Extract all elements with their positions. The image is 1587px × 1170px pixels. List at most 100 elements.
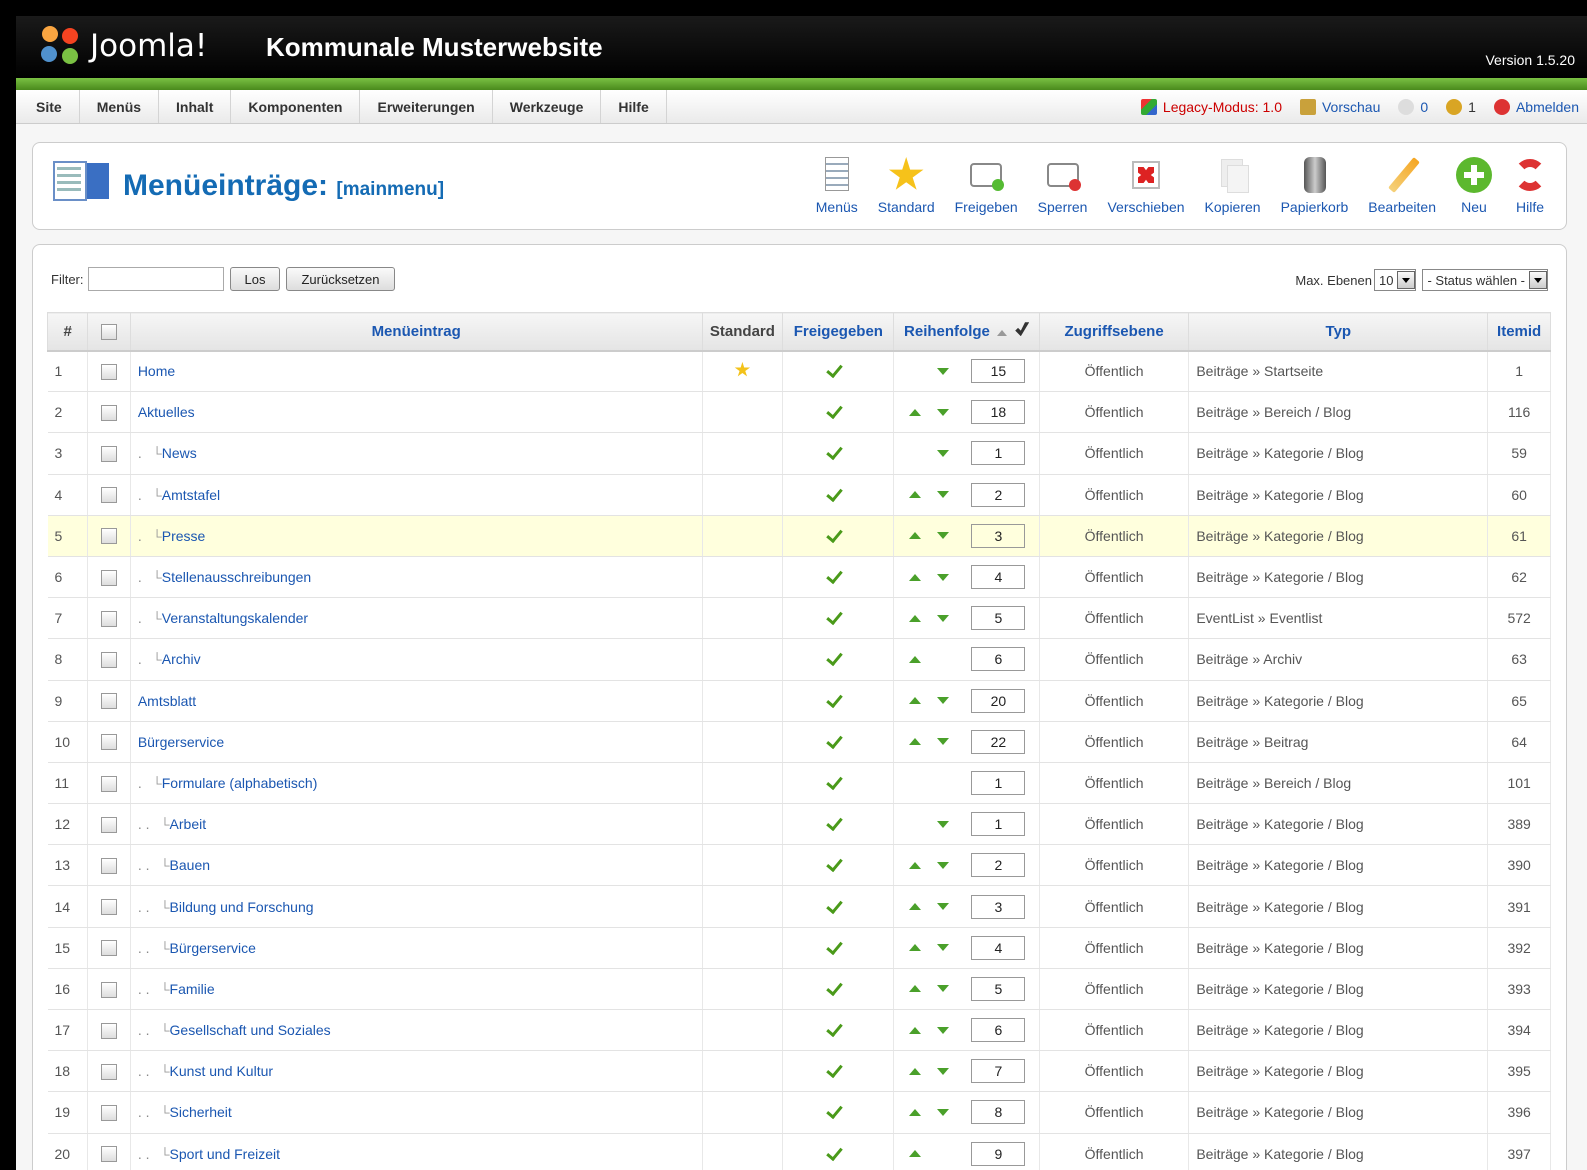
row-checkbox[interactable]: [101, 528, 118, 545]
row-access[interactable]: Öffentlich: [1039, 1009, 1190, 1052]
move-down-icon[interactable]: [937, 820, 950, 828]
messages-link[interactable]: 0: [1398, 99, 1428, 115]
header-published[interactable]: Freigegeben: [782, 312, 895, 352]
row-name-link[interactable]: Aktuelles: [138, 404, 195, 420]
move-up-icon[interactable]: [909, 614, 922, 622]
move-up-icon[interactable]: [909, 1067, 922, 1075]
save-order-icon[interactable]: [1015, 322, 1030, 337]
row-checkbox[interactable]: [101, 1105, 118, 1122]
filter-input[interactable]: [87, 267, 224, 291]
move-down-icon[interactable]: [937, 491, 950, 499]
order-input[interactable]: 2: [971, 482, 1026, 507]
row-checkbox[interactable]: [101, 1022, 118, 1039]
order-input[interactable]: 8: [971, 1100, 1026, 1125]
published-check-icon[interactable]: [828, 529, 848, 541]
order-input[interactable]: 7: [971, 1059, 1026, 1084]
publish-button[interactable]: Freigeben: [955, 157, 1018, 215]
row-access[interactable]: Öffentlich: [1039, 515, 1190, 557]
row-name-link[interactable]: Archiv: [162, 651, 201, 667]
row-access[interactable]: Öffentlich: [1039, 885, 1190, 928]
move-up-icon[interactable]: [909, 861, 922, 869]
move-up-icon[interactable]: [909, 491, 922, 499]
published-check-icon[interactable]: [828, 1064, 848, 1076]
default-button[interactable]: Standard: [878, 157, 935, 215]
move-down-icon[interactable]: [937, 697, 950, 705]
order-input[interactable]: 6: [971, 1018, 1026, 1043]
status-select[interactable]: - Status wählen -: [1422, 269, 1548, 291]
move-down-icon[interactable]: [937, 1026, 950, 1034]
row-access[interactable]: Öffentlich: [1039, 968, 1190, 1011]
move-down-icon[interactable]: [937, 532, 950, 540]
move-down-icon[interactable]: [937, 449, 950, 457]
order-input[interactable]: 6: [971, 647, 1026, 672]
move-up-icon[interactable]: [909, 1108, 922, 1116]
move-down-icon[interactable]: [937, 738, 950, 746]
header-order[interactable]: Reihenfolge: [893, 312, 1040, 352]
row-access[interactable]: Öffentlich: [1039, 1050, 1190, 1093]
row-checkbox[interactable]: [101, 363, 118, 380]
published-check-icon[interactable]: [828, 694, 848, 706]
row-name-link[interactable]: Presse: [162, 528, 206, 544]
menu-components[interactable]: Komponenten: [231, 90, 361, 123]
edit-button[interactable]: Bearbeiten: [1368, 157, 1436, 215]
move-down-icon[interactable]: [937, 985, 950, 993]
copy-button[interactable]: Kopieren: [1205, 157, 1261, 215]
order-input[interactable]: 1: [971, 770, 1026, 795]
move-up-icon[interactable]: [909, 655, 922, 663]
row-checkbox[interactable]: [101, 652, 118, 669]
trash-button[interactable]: Papierkorb: [1281, 157, 1348, 215]
order-input[interactable]: 18: [971, 400, 1026, 425]
help-button[interactable]: Hilfe: [1512, 157, 1548, 215]
row-name-link[interactable]: Sport und Freizeit: [170, 1146, 281, 1162]
row-access[interactable]: Öffentlich: [1039, 474, 1190, 516]
row-access[interactable]: Öffentlich: [1039, 638, 1190, 681]
row-checkbox[interactable]: [101, 1146, 118, 1163]
row-access[interactable]: Öffentlich: [1039, 1091, 1190, 1134]
published-check-icon[interactable]: [828, 364, 848, 376]
row-name-link[interactable]: Amtsblatt: [138, 693, 196, 709]
menu-help[interactable]: Hilfe: [601, 90, 667, 123]
row-access[interactable]: Öffentlich: [1039, 721, 1190, 763]
row-checkbox[interactable]: [101, 569, 118, 586]
order-input[interactable]: 1: [971, 812, 1026, 837]
move-down-icon[interactable]: [937, 903, 950, 911]
published-check-icon[interactable]: [828, 941, 848, 953]
row-name-link[interactable]: Kunst und Kultur: [170, 1063, 274, 1079]
move-up-icon[interactable]: [909, 944, 922, 952]
logout-link[interactable]: Abmelden: [1493, 99, 1579, 115]
row-checkbox[interactable]: [101, 610, 118, 627]
new-button[interactable]: Neu: [1456, 157, 1492, 215]
row-name-link[interactable]: Bauen: [170, 857, 210, 873]
row-access[interactable]: Öffentlich: [1039, 803, 1190, 846]
row-name-link[interactable]: Bürgerservice: [138, 734, 224, 750]
move-up-icon[interactable]: [909, 697, 922, 705]
menu-site[interactable]: Site: [16, 90, 80, 123]
preview-link[interactable]: Vorschau: [1299, 99, 1380, 115]
order-input[interactable]: 20: [971, 688, 1026, 713]
header-access[interactable]: Zugriffsebene: [1038, 312, 1190, 352]
row-name-link[interactable]: Home: [138, 363, 175, 379]
row-checkbox[interactable]: [101, 404, 118, 421]
row-access[interactable]: Öffentlich: [1039, 844, 1190, 887]
order-input[interactable]: 1: [971, 441, 1026, 466]
row-checkbox[interactable]: [101, 899, 118, 916]
move-down-icon[interactable]: [937, 367, 950, 375]
users-online[interactable]: 1: [1446, 99, 1476, 115]
published-check-icon[interactable]: [828, 776, 848, 788]
order-input[interactable]: 15: [971, 359, 1026, 384]
row-access[interactable]: Öffentlich: [1039, 556, 1190, 599]
header-itemid[interactable]: Itemid: [1487, 312, 1551, 352]
published-check-icon[interactable]: [828, 1147, 848, 1159]
row-checkbox[interactable]: [101, 693, 118, 710]
star-icon[interactable]: [734, 361, 751, 377]
published-check-icon[interactable]: [828, 900, 848, 912]
row-name-link[interactable]: Gesellschaft und Soziales: [170, 1022, 331, 1038]
row-checkbox[interactable]: [101, 940, 118, 957]
move-down-icon[interactable]: [937, 944, 950, 952]
row-access[interactable]: Öffentlich: [1039, 927, 1190, 969]
move-down-icon[interactable]: [937, 861, 950, 869]
order-input[interactable]: 5: [971, 976, 1026, 1001]
row-checkbox[interactable]: [101, 981, 118, 998]
move-up-icon[interactable]: [909, 985, 922, 993]
published-check-icon[interactable]: [828, 1023, 848, 1035]
